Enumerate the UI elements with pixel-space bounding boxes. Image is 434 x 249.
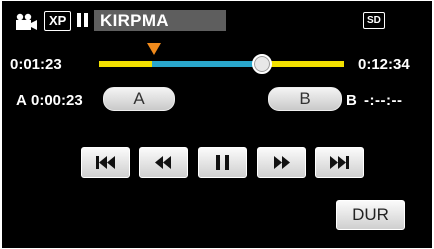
pause-icon [216, 155, 229, 170]
b-point-label: B [346, 92, 357, 109]
pause-icon [77, 13, 89, 27]
skip-back-button[interactable] [81, 147, 130, 178]
pause-button[interactable] [198, 147, 247, 178]
total-time: 0:12:34 [358, 56, 410, 73]
b-point-time: -:--:-- [364, 92, 403, 109]
a-point-marker-icon [147, 43, 161, 55]
clip-title: KIRPMA [94, 10, 226, 31]
fast-forward-icon [274, 156, 290, 169]
video-camera-icon [16, 13, 37, 30]
skip-forward-button[interactable] [315, 147, 364, 178]
set-b-button[interactable]: B [268, 87, 342, 111]
playback-screen: XP KIRPMA SD 0:01:23 0:12:34 A 0:00:23 A… [2, 1, 432, 248]
seek-knob[interactable] [252, 54, 272, 74]
rewind-button[interactable] [139, 147, 188, 178]
a-point-label: A [16, 92, 27, 109]
fast-forward-button[interactable] [257, 147, 306, 178]
rewind-icon [155, 156, 171, 169]
skip-forward-icon [330, 156, 349, 169]
media-badge: SD [363, 12, 385, 29]
set-a-button[interactable]: A [103, 87, 175, 111]
seek-bar[interactable] [99, 61, 344, 67]
dur-button[interactable]: DUR [336, 200, 405, 230]
skip-back-icon [96, 156, 115, 169]
current-time: 0:01:23 [10, 56, 62, 73]
a-point-time: 0:00:23 [31, 92, 83, 109]
ab-selection-range [152, 61, 258, 67]
quality-badge: XP [44, 11, 72, 31]
